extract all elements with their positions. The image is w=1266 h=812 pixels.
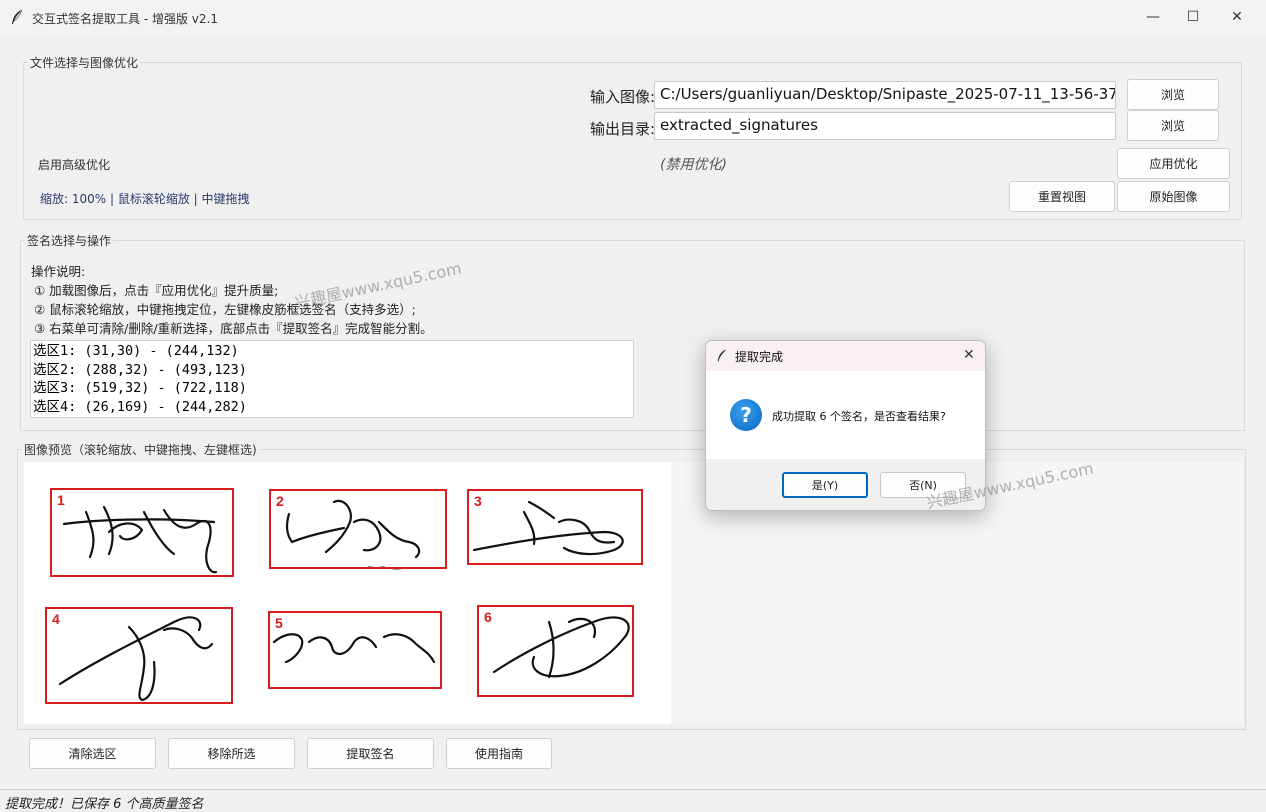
selection-box-5 <box>268 611 442 689</box>
signature-image: 1 2 3 4 5 6 <box>45 488 643 704</box>
maximize-button[interactable]: ☐ <box>1170 0 1216 34</box>
box-label-1: 1 <box>57 492 65 508</box>
output-dir-field[interactable]: extracted_signatures <box>654 112 1116 140</box>
instruction-line-2: ② 鼠标滚轮缩放，中键拖拽定位，左键橡皮筋框选签名（支持多选）; <box>34 302 416 317</box>
input-image-field[interactable]: C:/Users/guanliyuan/Desktop/Snipaste_202… <box>654 81 1116 109</box>
browse-input-button[interactable]: 浏览 <box>1127 79 1219 110</box>
close-window-button[interactable]: ✕ <box>1214 0 1260 34</box>
reset-view-button[interactable]: 重置视图 <box>1009 181 1115 212</box>
optimization-state: (禁用优化) <box>660 157 727 173</box>
selection-box-3 <box>467 489 643 565</box>
selection-box-4 <box>45 607 233 704</box>
zoom-info: 缩放: 100% | 鼠标滚轮缩放 | 中键拖拽 <box>40 192 250 206</box>
list-item[interactable]: 选区2: (288,32) - (493,123) <box>33 361 631 380</box>
remove-selected-button[interactable]: 移除所选 <box>168 738 295 769</box>
box-label-4: 4 <box>52 611 60 627</box>
dialog-message: 成功提取 6 个签名，是否查看结果? <box>772 410 946 423</box>
dialog-close-button[interactable]: ✕ <box>963 347 975 363</box>
output-dir-label: 输出目录: <box>590 120 656 138</box>
feather-icon <box>717 349 727 362</box>
selection-list[interactable]: 选区1: (31,30) - (244,132) 选区2: (288,32) -… <box>30 340 634 418</box>
yes-button[interactable]: 是(Y) <box>782 472 868 498</box>
selection-box-1 <box>50 488 234 577</box>
preview-section-label: 图像预览（滚轮缩放、中键拖拽、左键框选) <box>22 441 259 458</box>
file-section-label: 文件选择与图像优化 <box>28 54 141 71</box>
original-image-button[interactable]: 原始图像 <box>1117 181 1230 212</box>
input-image-label: 输入图像: <box>590 88 656 106</box>
selection-box-2 <box>269 489 447 569</box>
window-title: 交互式签名提取工具 - 增强版 v2.1 <box>32 12 218 26</box>
box-label-6: 6 <box>484 609 492 625</box>
browse-output-button[interactable]: 浏览 <box>1127 110 1219 141</box>
box-label-3: 3 <box>474 493 482 509</box>
dialog-title: 提取完成 <box>735 350 784 364</box>
dialog-body: ? 成功提取 6 个签名，是否查看结果? <box>706 371 985 459</box>
status-bar: 提取完成！已保存 6 个高质量签名 <box>0 789 1266 812</box>
clear-selection-button[interactable]: 清除选区 <box>29 738 156 769</box>
list-item[interactable]: 选区3: (519,32) - (722,118) <box>33 379 631 398</box>
preview-canvas[interactable]: 1 2 3 4 5 6 <box>24 462 671 724</box>
box-label-2: 2 <box>276 493 284 509</box>
selection-section-label: 签名选择与操作 <box>25 232 114 249</box>
list-item[interactable]: 选区4: (26,169) - (244,282) <box>33 398 631 417</box>
advanced-optimization-checkbox[interactable]: 启用高级优化 <box>38 156 110 173</box>
apply-optimization-button[interactable]: 应用优化 <box>1117 148 1230 179</box>
selection-box-6 <box>477 605 634 697</box>
instruction-line-3: ③ 右菜单可清除/删除/重新选择，底部点击『提取签名』完成智能分割。 <box>34 321 433 336</box>
question-icon: ? <box>730 399 762 431</box>
dialog-titlebar: 提取完成 ✕ <box>706 341 985 371</box>
box-label-5: 5 <box>275 615 283 631</box>
user-guide-button[interactable]: 使用指南 <box>446 738 552 769</box>
feather-icon <box>12 9 23 24</box>
title-bar: 交互式签名提取工具 - 增强版 v2.1 — ☐ ✕ <box>0 0 1266 34</box>
list-item[interactable]: 选区1: (31,30) - (244,132) <box>33 342 631 361</box>
extract-signatures-button[interactable]: 提取签名 <box>307 738 434 769</box>
